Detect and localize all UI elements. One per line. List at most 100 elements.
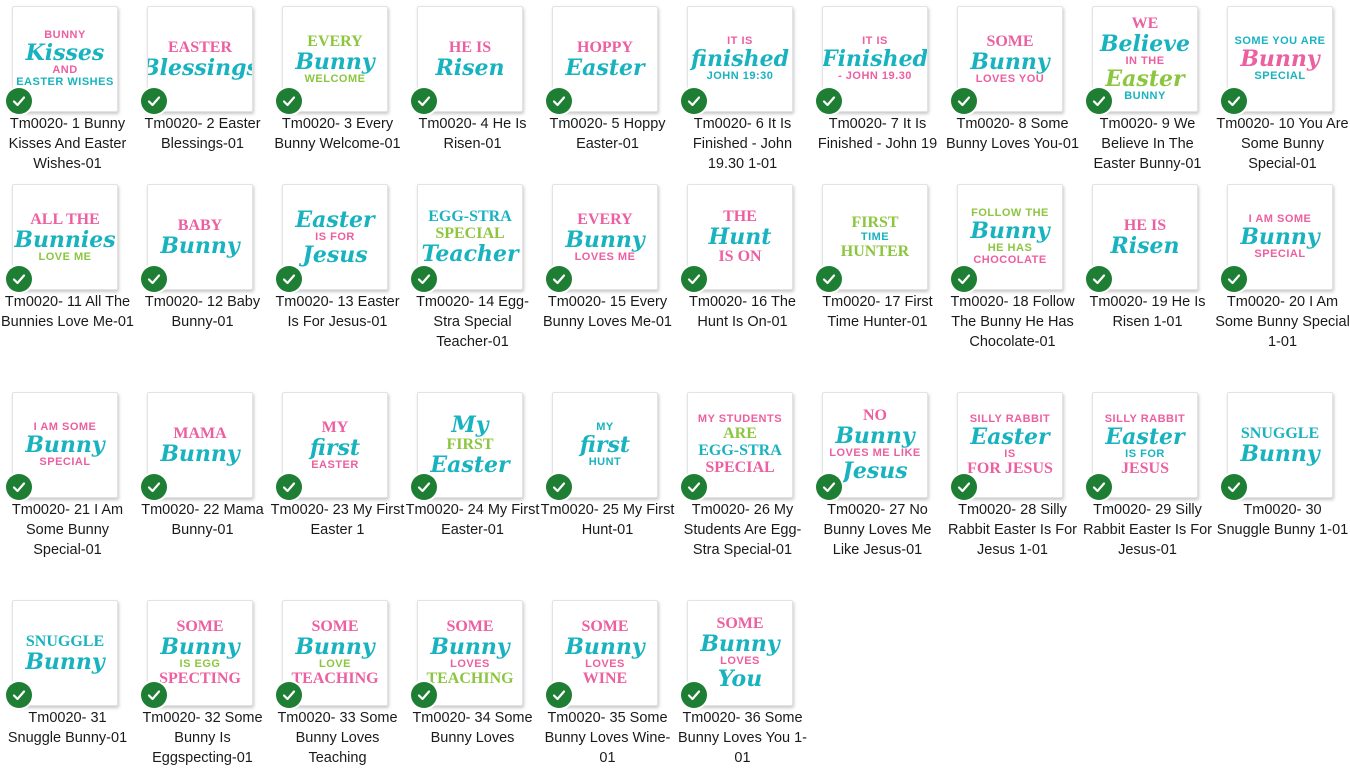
checkmark-icon — [409, 472, 439, 502]
thumbnail-artwork: BUNNY Kisses AND EASTER WISHES — [16, 15, 113, 103]
checkmark-icon — [544, 680, 574, 710]
file-name[interactable]: Tm0020- 24 My First Easter-01 — [405, 500, 540, 540]
file-name[interactable]: Tm0020- 34 Some Bunny Loves — [405, 708, 540, 748]
artwork-text: ARE — [723, 425, 757, 442]
thumbnail-artwork: EGG-STRA SPECIAL Teacher — [421, 193, 519, 281]
thumbnail-artwork: SOME Bunny LOVES TEACHING — [422, 609, 518, 697]
file-name[interactable]: Tm0020- 32 Some Bunny Is Eggspecting-01 — [135, 708, 270, 768]
artwork-text: FOR JESUS — [967, 459, 1053, 477]
checkmark-icon — [814, 86, 844, 116]
artwork-text: WINE — [582, 670, 628, 687]
checkmark-icon — [1084, 472, 1114, 502]
artwork-text: Easter — [1105, 66, 1185, 92]
artwork-text: SILLY RABBIT — [1104, 412, 1186, 425]
file-name[interactable]: Tm0020- 21 I Am Some Bunny Special-01 — [0, 500, 135, 560]
thumbnail-artwork: FIRST TIME HUNTER — [827, 193, 923, 281]
file-name[interactable]: Tm0020- 27 No Bunny Loves Me Like Jesus-… — [810, 500, 945, 560]
file-name[interactable]: Tm0020- 12 Baby Bunny-01 — [135, 292, 270, 332]
artwork-text: SPECIAL — [39, 456, 91, 468]
artwork-text: SOME — [716, 615, 764, 632]
artwork-text: Risen — [435, 54, 505, 81]
checkmark-icon — [814, 264, 844, 294]
artwork-text: HOPPY — [577, 38, 633, 56]
file-name[interactable]: Tm0020- 30 Snuggle Bunny 1-01 — [1215, 500, 1350, 540]
thumbnail-artwork: HE IS Risen — [1097, 193, 1193, 281]
artwork-text: LOVES — [450, 658, 490, 670]
thumbnail-artwork: SILLY RABBIT Easter IS FOR JESUS — [1097, 401, 1193, 489]
thumbnail-artwork: I AM SOME Bunny SPECIAL — [1232, 193, 1328, 281]
checkmark-icon — [814, 472, 844, 502]
file-name[interactable]: Tm0020- 31 Snuggle Bunny-01 — [0, 708, 135, 748]
file-name[interactable]: Tm0020- 14 Egg-Stra Special Teacher-01 — [405, 292, 540, 352]
file-name[interactable]: Tm0020- 33 Some Bunny Loves Teaching — [270, 708, 405, 768]
artwork-text: Bunny — [835, 423, 915, 449]
thumbnail-artwork: I AM SOME Bunny SPECIAL — [17, 401, 113, 489]
file-name[interactable]: Tm0020- 23 My First Easter 1 — [270, 500, 405, 540]
file-name[interactable]: Tm0020- 8 Some Bunny Loves You-01 — [945, 114, 1080, 154]
thumbnail-artwork: HE IS Risen — [422, 15, 518, 103]
file-name[interactable]: Tm0020- 29 Silly Rabbit Easter Is For Je… — [1080, 500, 1215, 560]
file-name[interactable]: Tm0020- 25 My First Hunt-01 — [540, 500, 675, 540]
artwork-text: My — [451, 412, 489, 438]
checkmark-icon — [4, 86, 34, 116]
file-name[interactable]: Tm0020- 5 Hoppy Easter-01 — [540, 114, 675, 154]
file-name[interactable]: Tm0020- 22 Mama Bunny-01 — [135, 500, 270, 540]
artwork-text: IS EGG — [179, 658, 221, 670]
file-name[interactable]: Tm0020- 2 Easter Blessings-01 — [135, 114, 270, 154]
thumbnail-artwork: MAMA Bunny — [152, 401, 248, 489]
file-name[interactable]: Tm0020- 19 He Is Risen 1-01 — [1080, 292, 1215, 332]
artwork-text: ALL THE — [30, 210, 100, 228]
file-name[interactable]: Tm0020- 10 You Are Some Bunny Special-01 — [1215, 114, 1350, 174]
artwork-text: - JOHN 19.30 — [838, 70, 912, 82]
file-name[interactable]: Tm0020- 26 My Students Are Egg-Stra Spec… — [675, 500, 810, 560]
artwork-text: Easter — [430, 452, 510, 478]
file-name[interactable]: Tm0020- 11 All The Bunnies Love Me-01 — [0, 292, 135, 332]
file-name[interactable]: Tm0020- 4 He Is Risen-01 — [405, 114, 540, 154]
thumbnail-artwork: MY STUDENTS ARE EGG-STRA SPECIAL — [692, 401, 788, 489]
file-name[interactable]: Tm0020- 35 Some Bunny Loves Wine-01 — [540, 708, 675, 768]
checkmark-icon — [274, 86, 304, 116]
checkmark-icon — [274, 680, 304, 710]
file-name[interactable]: Tm0020- 3 Every Bunny Welcome-01 — [270, 114, 405, 154]
file-name[interactable]: Tm0020- 20 I Am Some Bunny Special 1-01 — [1215, 292, 1350, 352]
file-name[interactable]: Tm0020- 36 Some Bunny Loves You 1-01 — [675, 708, 810, 768]
artwork-text: FIRST — [446, 436, 494, 453]
artwork-text: SPECIAL — [1254, 248, 1306, 260]
artwork-text: JESUS — [1120, 459, 1170, 477]
artwork-text: Teacher — [421, 241, 519, 267]
artwork-text: SNUGGLE — [1240, 424, 1320, 442]
file-name[interactable]: Tm0020- 18 Follow The Bunny He Has Choco… — [945, 292, 1080, 352]
file-name[interactable]: Tm0020- 17 First Time Hunter-01 — [810, 292, 945, 332]
file-name[interactable]: Tm0020- 15 Every Bunny Loves Me-01 — [540, 292, 675, 332]
checkmark-icon — [139, 472, 169, 502]
file-name[interactable]: Tm0020- 1 Bunny Kisses And Easter Wishes… — [0, 114, 135, 174]
artwork-text: Jesus — [302, 241, 368, 268]
artwork-text: WELCOME — [304, 72, 366, 85]
artwork-text: SOME — [446, 618, 494, 635]
artwork-text: TIME — [860, 230, 890, 243]
artwork-text: NO — [863, 407, 887, 424]
artwork-text: SILLY RABBIT — [969, 412, 1051, 425]
file-name[interactable]: Tm0020- 9 We Believe In The Easter Bunny… — [1080, 114, 1215, 174]
artwork-text: IS ON — [718, 248, 762, 265]
artwork-text: Bunny — [970, 218, 1050, 244]
artwork-text: EASTER — [167, 38, 233, 56]
artwork-text: MAMA — [173, 424, 227, 442]
checkmark-icon — [949, 472, 979, 502]
checkmark-icon — [139, 680, 169, 710]
artwork-text: WE — [1131, 15, 1159, 32]
checkmark-icon — [409, 680, 439, 710]
artwork-text: IS FOR — [315, 230, 355, 243]
thumbnail-artwork: Easter IS FOR Jesus — [287, 193, 383, 281]
artwork-text: MY — [321, 418, 349, 436]
file-name[interactable]: Tm0020- 7 It Is Finished - John 19 — [810, 114, 945, 154]
file-name[interactable]: Tm0020- 6 It Is Finished - John 19.30 1-… — [675, 114, 810, 174]
artwork-text: Bunny — [160, 232, 240, 259]
thumbnail-artwork: IT IS Finished - JOHN 19.30 — [823, 15, 927, 103]
file-name[interactable]: Tm0020- 28 Silly Rabbit Easter Is For Je… — [945, 500, 1080, 560]
file-name[interactable]: Tm0020- 16 The Hunt Is On-01 — [675, 292, 810, 332]
artwork-text: CHOCOLATE — [973, 254, 1047, 266]
file-name[interactable]: Tm0020- 13 Easter Is For Jesus-01 — [270, 292, 405, 332]
thumbnail-artwork: SILLY RABBIT Easter IS FOR JESUS — [962, 401, 1058, 489]
thumbnail-artwork: IT IS finished JOHN 19:30 — [691, 15, 789, 103]
